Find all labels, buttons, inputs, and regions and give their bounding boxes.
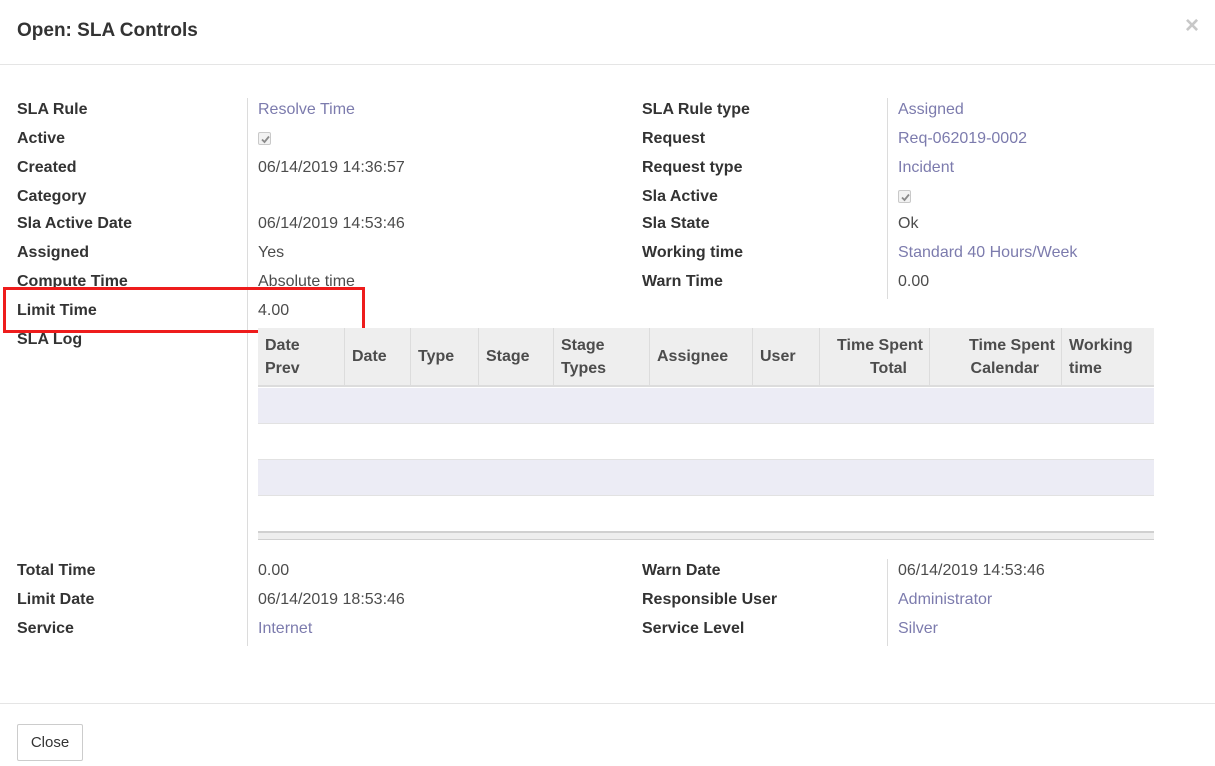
column-date[interactable]: Date [344, 328, 410, 385]
table-row [258, 460, 1154, 496]
column-type[interactable]: Type [410, 328, 478, 385]
sla-log-table-footer [258, 531, 1154, 540]
warn-time-value: 0.00 [898, 273, 930, 290]
sla-rule-link[interactable]: Resolve Time [258, 100, 355, 120]
sla-log-table-header: Date Prev Date Type Stage Stage Types As… [258, 328, 1154, 387]
warn-time-label: Warn Time [642, 273, 723, 290]
right-column-separator [887, 98, 888, 299]
total-time-label: Total Time [17, 562, 96, 579]
service-link[interactable]: Internet [258, 619, 312, 639]
column-date-prev[interactable]: Date Prev [258, 328, 344, 385]
sla-log-label: SLA Log [17, 331, 83, 348]
sla-rule-type-label: SLA Rule type [642, 101, 750, 118]
left-column-separator [247, 98, 248, 646]
request-label: Request [642, 130, 706, 147]
created-label: Created [17, 159, 77, 176]
limit-date-label: Limit Date [17, 591, 95, 608]
column-stage[interactable]: Stage [478, 328, 553, 385]
active-label: Active [17, 130, 66, 147]
table-row [258, 424, 1154, 460]
request-type-link[interactable]: Incident [898, 158, 954, 178]
assigned-label: Assigned [17, 244, 90, 261]
working-time-link[interactable]: Standard 40 Hours/Week [898, 243, 1077, 263]
dialog-footer: Close [0, 703, 1215, 766]
column-assignee[interactable]: Assignee [649, 328, 752, 385]
service-level-label: Service Level [642, 620, 745, 637]
sla-active-checkbox[interactable] [898, 190, 911, 203]
close-button[interactable]: Close [17, 724, 83, 761]
total-time-value: 0.00 [258, 562, 290, 579]
column-time-spent-total[interactable]: Time Spent Total [819, 328, 929, 385]
assigned-value: Yes [258, 244, 285, 261]
column-working-time[interactable]: Working time [1061, 328, 1154, 385]
sla-state-value: Ok [898, 215, 919, 232]
sla-rule-type-link[interactable]: Assigned [898, 100, 964, 120]
sla-active-date-value: 06/14/2019 14:53:46 [258, 215, 405, 232]
column-time-spent-calendar[interactable]: Time Spent Calendar [929, 328, 1061, 385]
sla-active-label: Sla Active [642, 188, 718, 205]
dialog-title: Open: SLA Controls [17, 20, 198, 41]
limit-time-highlight [3, 287, 365, 333]
service-level-link[interactable]: Silver [898, 619, 938, 639]
created-value: 06/14/2019 14:36:57 [258, 159, 405, 176]
check-icon [901, 193, 910, 202]
column-stage-types[interactable]: Stage Types [553, 328, 649, 385]
category-label: Category [17, 188, 87, 205]
table-row [258, 496, 1154, 532]
sla-rule-label: SLA Rule [17, 101, 88, 118]
warn-date-label: Warn Date [642, 562, 721, 579]
dialog-header: Open: SLA Controls × [0, 0, 1215, 65]
responsible-user-label: Responsible User [642, 591, 778, 608]
close-icon[interactable]: × [1185, 14, 1199, 38]
table-row [258, 388, 1154, 424]
warn-date-value: 06/14/2019 14:53:46 [898, 562, 1045, 579]
service-label: Service [17, 620, 74, 637]
column-user[interactable]: User [752, 328, 819, 385]
check-icon [261, 135, 270, 144]
responsible-user-link[interactable]: Administrator [898, 590, 992, 610]
limit-date-value: 06/14/2019 18:53:46 [258, 591, 405, 608]
sla-active-date-label: Sla Active Date [17, 215, 133, 232]
working-time-label: Working time [642, 244, 744, 261]
request-link[interactable]: Req-062019-0002 [898, 129, 1027, 149]
sla-state-label: Sla State [642, 215, 710, 232]
request-type-label: Request type [642, 159, 743, 176]
active-checkbox[interactable] [258, 132, 271, 145]
bottom-right-column-separator [887, 559, 888, 646]
